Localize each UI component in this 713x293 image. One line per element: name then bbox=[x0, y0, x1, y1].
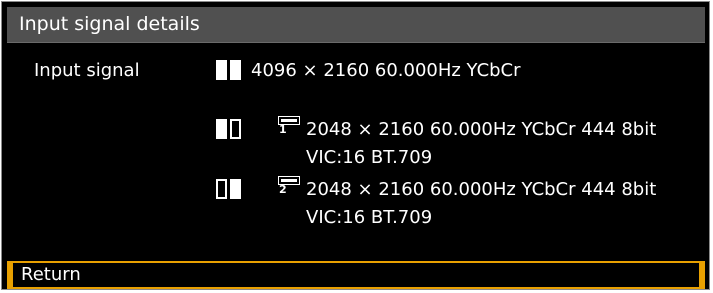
right-half-signal-icon bbox=[216, 179, 242, 199]
hdmi-icon: 1 bbox=[278, 116, 300, 138]
title-bar: Input signal details bbox=[7, 7, 705, 43]
left-half-signal-icon bbox=[216, 119, 242, 139]
sub-signal-1-vic: VIC:16 BT.709 bbox=[306, 147, 433, 168]
sub-signal-1-format: 2048 × 2160 60.000Hz YCbCr 444 8bit bbox=[306, 119, 657, 140]
sub-signal-2-format: 2048 × 2160 60.000Hz YCbCr 444 8bit bbox=[306, 179, 657, 200]
return-label: Return bbox=[21, 264, 81, 285]
sub-signal-2-vic: VIC:16 BT.709 bbox=[306, 207, 433, 228]
input-signal-label: Input signal bbox=[34, 60, 140, 81]
input-signal-value: 4096 × 2160 60.000Hz YCbCr bbox=[251, 60, 521, 81]
return-button[interactable]: Return bbox=[7, 261, 705, 289]
hdmi-icon: 2 bbox=[278, 176, 300, 198]
input-signal-details-panel: Input signal details Input signal 4096 ×… bbox=[1, 1, 710, 290]
hdmi-port-number: 2 bbox=[279, 183, 287, 196]
hdmi-port-number: 1 bbox=[279, 123, 287, 136]
page-title: Input signal details bbox=[19, 13, 200, 35]
dual-signal-icon bbox=[216, 60, 242, 80]
